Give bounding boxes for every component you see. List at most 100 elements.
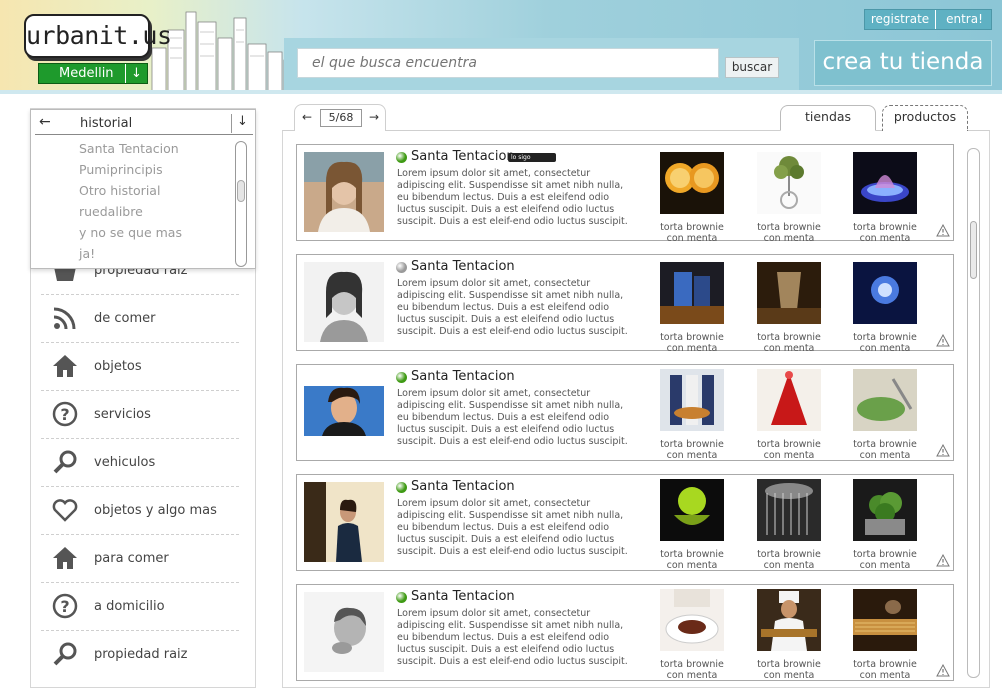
product-caption: torta brownie con menta [757,659,821,681]
status-dot [396,262,407,273]
status-dot [396,482,407,493]
store-description: Lorem ipsum dolor sit amet, consectetur … [397,608,628,667]
product-image [660,152,724,214]
product-caption: torta brownie con menta [853,222,917,244]
header: urbanit.us Medellin ↓ buscar crea tu tie… [0,0,1002,94]
store-name[interactable]: Santa Tentacion [411,479,515,494]
arrow-right-icon[interactable]: → [369,110,379,124]
product-thumb[interactable]: torta brownie con menta [845,589,925,681]
product-thumb[interactable]: torta brownie con menta [845,262,925,354]
sidebar-item-a-domicilio[interactable]: ? a domicilio [41,583,239,631]
product-thumb[interactable]: torta brownie con menta [749,152,829,244]
history-scrollbar[interactable] [235,141,247,267]
history-item[interactable]: Pumiprincipis [79,162,163,177]
product-thumb[interactable]: torta brownie con menta [845,152,925,244]
product-image [853,369,917,431]
store-description: Lorem ipsum dolor sit amet, consectetur … [397,498,628,557]
city-selector[interactable]: Medellin ↓ [38,63,148,84]
product-thumb[interactable]: torta brownie con menta [749,369,829,461]
sidebar-item-label: servicios [94,407,151,422]
store-name[interactable]: Santa Tentacion [411,589,515,604]
sidebar-item-objetos-y-algo-mas[interactable]: objetos y algo mas [41,487,239,535]
store-card[interactable]: Santa Tentacion Lorem ipsum dolor sit am… [296,254,954,354]
history-item[interactable]: y no se que mas [79,225,182,240]
sidebar-item-servicios[interactable]: ? servicios [41,391,239,439]
store-card[interactable]: Santa Tentacion lo sigo Lorem ipsum dolo… [296,144,954,244]
product-thumb[interactable]: torta brownie con menta [652,262,732,354]
history-dropdown-header[interactable]: ← historial ↓ [35,112,253,135]
warning-icon[interactable] [936,554,950,567]
product-caption: torta brownie con menta [757,439,821,461]
store-card[interactable]: Santa Tentacion Lorem ipsum dolor sit am… [296,474,954,571]
history-item[interactable]: Santa Tentacion [79,141,179,156]
product-caption: torta brownie con menta [853,549,917,571]
sidebar-item-propiedad-raiz-2[interactable]: propiedad raiz [41,631,239,679]
product-thumb[interactable]: torta brownie con menta [845,369,925,461]
product-thumb[interactable]: torta brownie con menta [652,479,732,571]
register-button[interactable]: registrate [865,10,936,29]
product-thumb[interactable]: torta brownie con menta [845,479,925,571]
status-dot [396,592,407,603]
page-indicator[interactable]: 5/68 [320,109,362,127]
sidebar-item-label: para comer [94,551,169,566]
history-item[interactable]: Otro historial [79,183,160,198]
product-thumb[interactable]: torta brownie con menta [749,262,829,354]
tab-tiendas[interactable]: tiendas [780,105,876,131]
product-caption: torta brownie con menta [660,439,724,461]
store-photo [304,482,384,562]
search-icon [53,450,77,474]
sidebar-item-para-comer[interactable]: para comer [41,535,239,583]
sidebar-item-label: vehiculos [94,455,156,470]
rss-icon [53,307,76,330]
scroll-thumb[interactable] [237,180,245,202]
scroll-thumb[interactable] [970,221,977,279]
status-dot [396,372,407,383]
home-icon [53,355,77,377]
product-image [660,479,724,541]
store-name[interactable]: Santa Tentacion [411,259,515,274]
product-image [660,589,724,651]
create-store-button[interactable]: crea tu tienda [814,40,992,86]
heart-icon [52,499,78,522]
status-dot [396,152,407,163]
sidebar-item-vehiculos[interactable]: vehiculos [41,439,239,487]
store-card[interactable]: Santa Tentacion Lorem ipsum dolor sit am… [296,584,954,681]
arrow-left-icon[interactable]: ← [302,110,312,124]
store-card[interactable]: Santa Tentacion Lorem ipsum dolor sit am… [296,364,954,461]
product-thumb[interactable]: torta brownie con menta [749,589,829,681]
product-caption: torta brownie con menta [757,332,821,354]
history-item[interactable]: ruedalibre [79,204,143,219]
sidebar-item-objetos[interactable]: objetos [41,343,239,391]
login-button[interactable]: entra! [937,10,992,29]
svg-text:?: ? [60,597,69,616]
product-thumb[interactable]: torta brownie con menta [652,369,732,461]
search-button[interactable]: buscar [725,57,779,78]
store-name[interactable]: Santa Tentacion [411,369,515,384]
sidebar-item-label: a domicilio [94,599,165,614]
store-name[interactable]: Santa Tentacion [411,149,515,164]
arrow-left-icon[interactable]: ← [39,114,51,130]
product-thumb[interactable]: torta brownie con menta [652,589,732,681]
warning-icon[interactable] [936,224,950,237]
arrow-down-icon[interactable]: ↓ [231,114,253,133]
results-scrollbar[interactable] [967,148,980,678]
product-image [757,589,821,651]
tab-productos[interactable]: productos [882,105,968,131]
history-item[interactable]: ja! [79,246,95,261]
product-image [757,262,821,324]
product-thumb[interactable]: torta brownie con menta [652,152,732,244]
product-thumb[interactable]: torta brownie con menta [749,479,829,571]
history-dropdown: ← historial ↓ Santa Tentacion Pumiprinci… [30,109,256,269]
sidebar-item-label: objetos y algo mas [94,503,217,518]
warning-icon[interactable] [936,664,950,677]
sidebar-item-de-comer[interactable]: de comer [41,295,239,343]
warning-icon[interactable] [936,334,950,347]
follow-badge[interactable]: lo sigo [508,153,556,162]
warning-icon[interactable] [936,444,950,457]
product-image [660,369,724,431]
product-image [660,262,724,324]
home-icon [53,547,77,569]
search-input[interactable] [297,48,719,78]
site-logo[interactable]: urbanit.us [24,14,172,58]
history-current: historial [80,116,133,131]
